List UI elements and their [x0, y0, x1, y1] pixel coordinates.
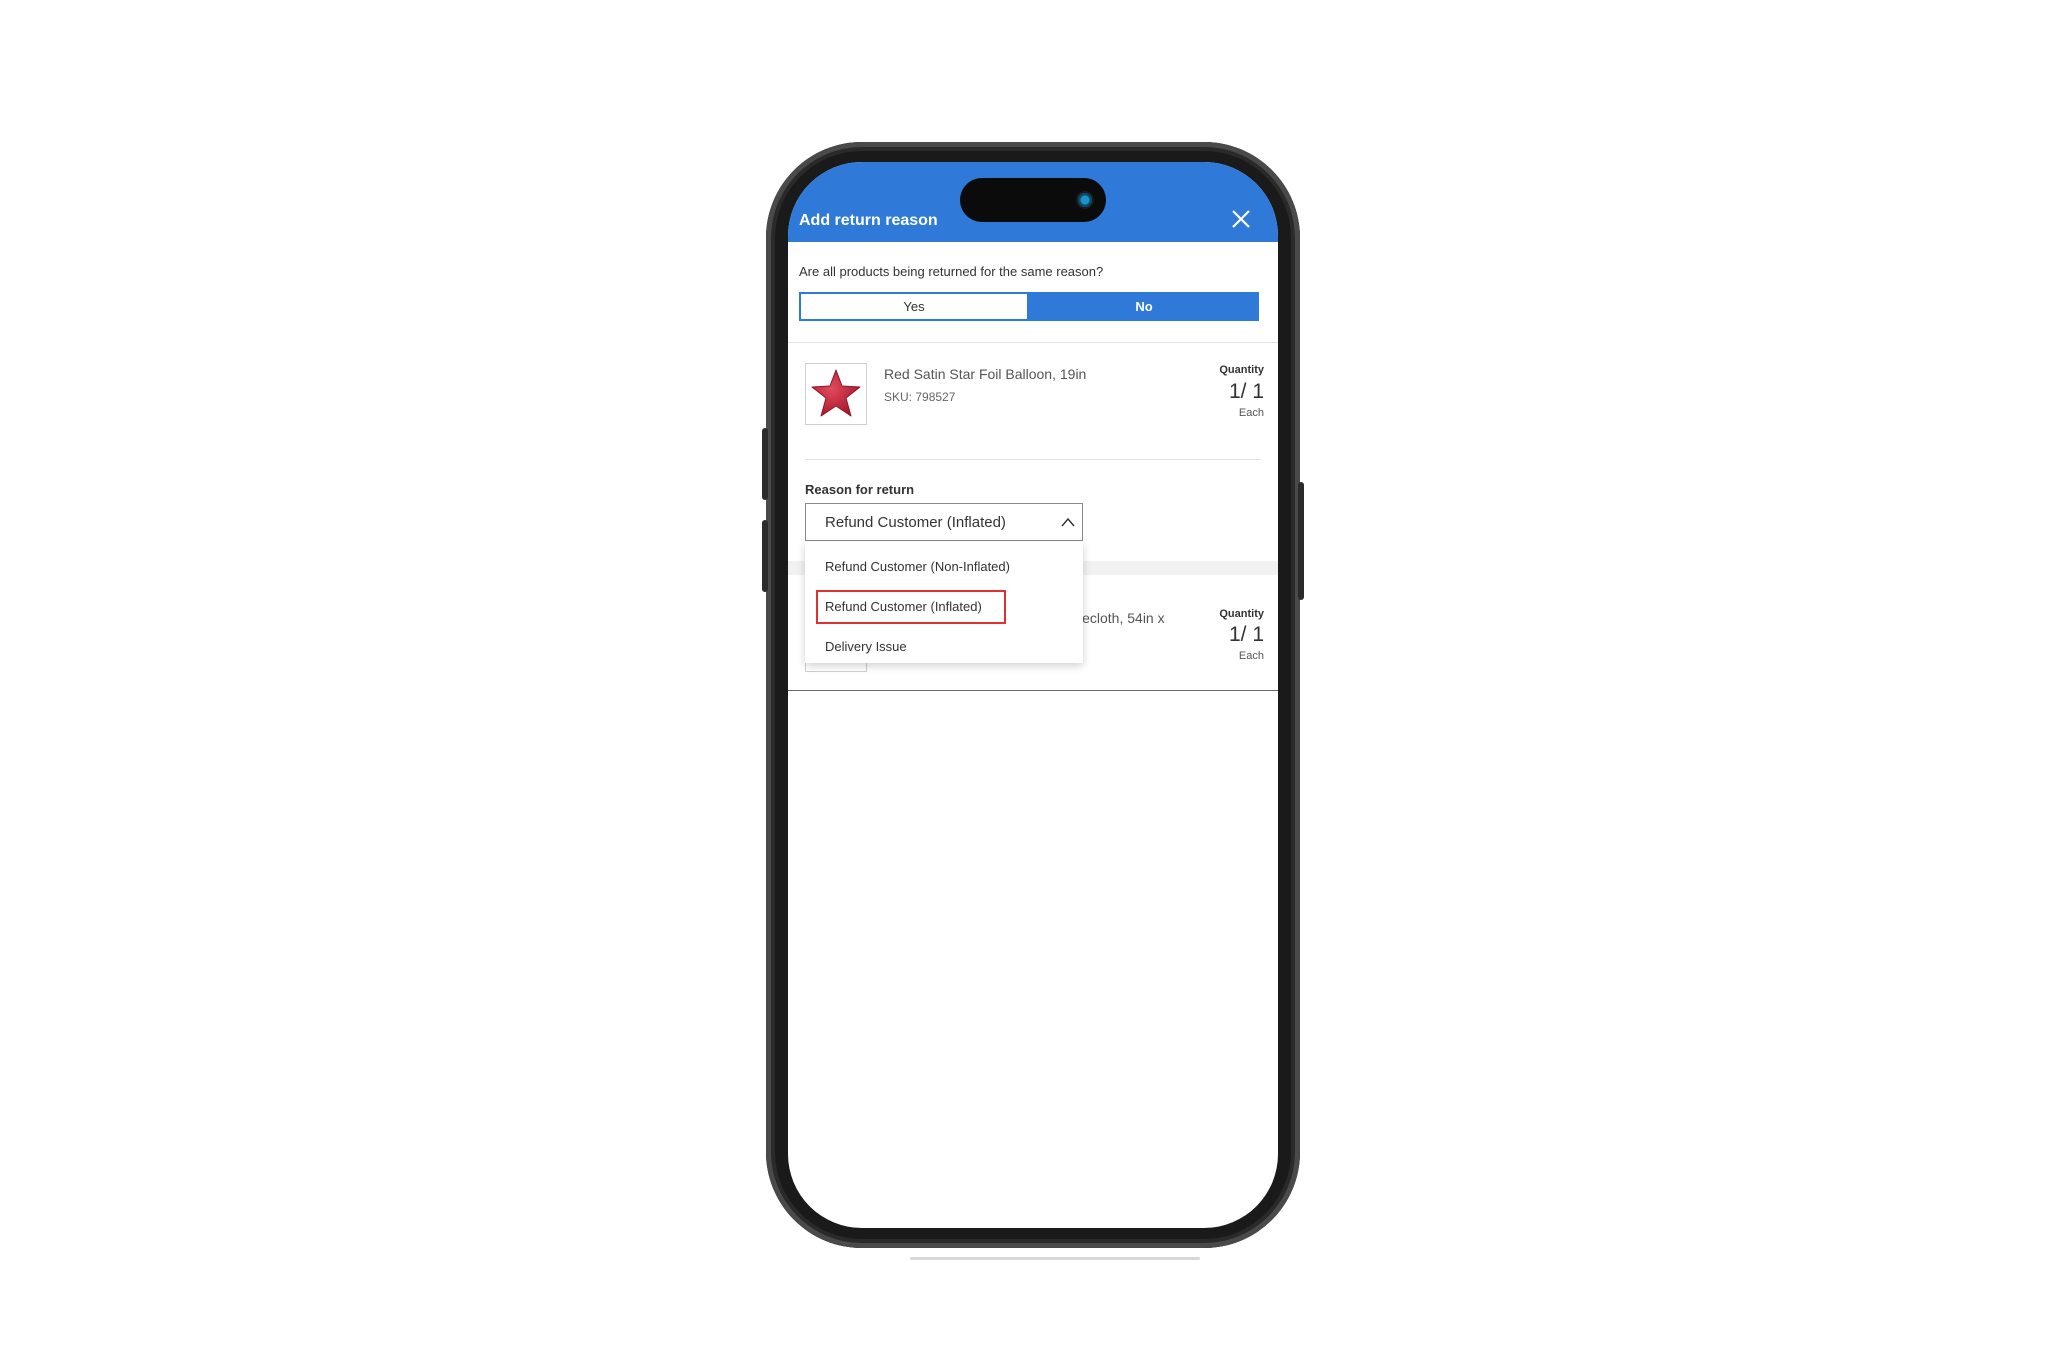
close-button[interactable] — [1228, 206, 1254, 232]
reason-dropdown-list: Refund Customer (Non-Inflated) Refund Cu… — [805, 542, 1083, 663]
content-bottom-border — [788, 690, 1278, 691]
same-reason-question: Are all products being returned for the … — [799, 264, 1104, 279]
phone-side-button-right — [1298, 482, 1304, 600]
quantity-label: Quantity — [1219, 364, 1264, 376]
no-toggle-button[interactable]: No — [1029, 292, 1259, 321]
star-balloon-icon — [811, 369, 861, 417]
product-sku: SKU: 798527 — [884, 390, 956, 404]
dropdown-option[interactable]: Refund Customer (Non-Inflated) — [825, 559, 1010, 574]
reason-for-return-label: Reason for return — [805, 482, 915, 497]
quantity-value: 1/ 1 — [1228, 380, 1264, 403]
reason-select-value: Refund Customer (Inflated) — [825, 514, 1006, 531]
product-divider — [805, 459, 1261, 460]
dropdown-option[interactable]: Delivery Issue — [825, 639, 907, 654]
camera-icon — [1076, 191, 1094, 209]
quantity-unit: Each — [1238, 407, 1264, 419]
phone-screen: Add return reason Are all products being… — [788, 162, 1278, 1228]
dropdown-option-selected[interactable]: Refund Customer (Inflated) — [825, 599, 982, 614]
product-name: Red Satin Star Foil Balloon, 19in — [884, 366, 1087, 382]
reflection-strip — [910, 1257, 1200, 1260]
phone-side-button-left-2 — [762, 520, 768, 592]
reason-select[interactable]: Refund Customer (Inflated) — [805, 503, 1083, 541]
dynamic-island — [960, 178, 1106, 222]
close-icon — [1232, 210, 1250, 228]
product-thumbnail[interactable] — [805, 363, 867, 425]
quantity-unit: Each — [1238, 650, 1264, 662]
modal-title: Add return reason — [799, 212, 938, 229]
quantity-value: 1/ 1 — [1228, 623, 1264, 646]
product-name: lecloth, 54in x — [1079, 610, 1165, 626]
section-divider — [788, 342, 1278, 343]
phone-side-button-left-1 — [762, 428, 768, 500]
quantity-label: Quantity — [1219, 608, 1264, 620]
yes-toggle-button[interactable]: Yes — [799, 292, 1029, 321]
chevron-up-icon — [1061, 517, 1075, 527]
